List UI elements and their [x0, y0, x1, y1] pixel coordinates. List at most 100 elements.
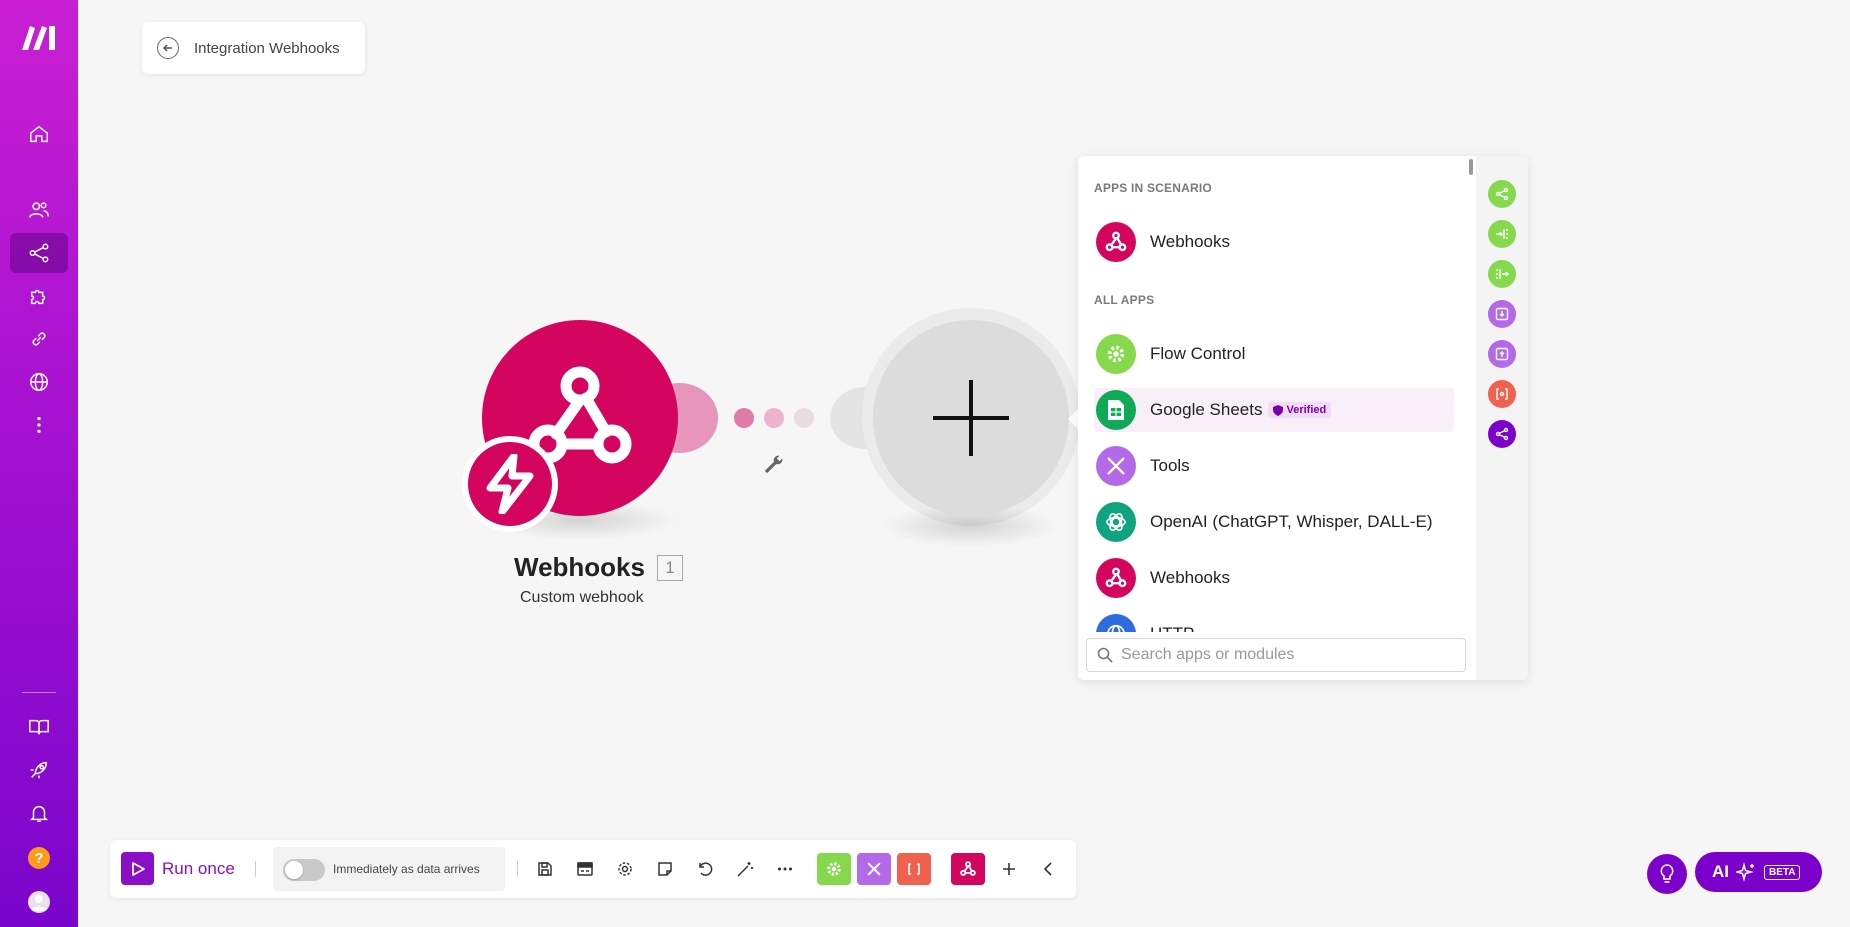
instant-trigger-badge	[462, 436, 558, 532]
search-box[interactable]	[1086, 638, 1466, 672]
tools-shortcut[interactable]	[857, 853, 891, 885]
run-once-label[interactable]: Run once	[162, 859, 235, 879]
toolbar-divider	[255, 861, 256, 877]
puzzle-icon	[30, 289, 46, 305]
breadcrumb: Integration Webhooks	[142, 22, 365, 74]
app-item-tools[interactable]: Tools	[1094, 444, 1454, 488]
bottom-toolbar: Run once Immediately as data arrives	[110, 840, 1076, 898]
run-once-button[interactable]	[121, 852, 154, 885]
app-item-flow-control[interactable]: Flow Control	[1094, 332, 1454, 376]
link-icon	[32, 332, 46, 346]
iterator-icon[interactable]	[1488, 220, 1516, 248]
chevron-left-icon[interactable]	[1038, 858, 1060, 880]
json-icon	[908, 863, 920, 875]
plus-icon	[933, 380, 1009, 456]
download-icon[interactable]	[1488, 300, 1516, 328]
search-icon	[1097, 647, 1113, 663]
json-icon[interactable]	[1488, 380, 1516, 408]
scheduling-toggle[interactable]	[283, 859, 325, 881]
module-subtitle: Custom webhook	[520, 589, 644, 606]
gear-icon[interactable]	[614, 858, 636, 880]
notes-icon[interactable]	[654, 858, 676, 880]
sidebar-item-onboarding[interactable]	[10, 750, 68, 790]
auto-align-icon[interactable]	[734, 858, 756, 880]
connection-dot	[794, 408, 814, 428]
webhooks-shortcut[interactable]	[951, 853, 985, 885]
sidebar: ?	[0, 0, 78, 927]
ai-assistant-button[interactable]: AI BETA	[1695, 852, 1822, 892]
home-icon	[30, 125, 48, 143]
schedule-setting[interactable]: Immediately as data arrives	[273, 847, 505, 891]
sheets-icon	[1096, 390, 1136, 430]
upload-icon[interactable]	[1488, 340, 1516, 368]
lightbulb-icon	[1660, 864, 1674, 883]
undo-icon[interactable]	[694, 858, 716, 880]
connection-dot	[734, 408, 754, 428]
globe-icon	[30, 373, 48, 391]
scrollbar[interactable]	[1469, 159, 1473, 175]
section-header-all: ALL APPS	[1094, 293, 1155, 307]
wrench-icon[interactable]	[763, 453, 785, 475]
tools-icon	[867, 862, 881, 876]
sidebar-divider	[22, 692, 56, 693]
add-module-button[interactable]	[873, 320, 1069, 516]
sidebar-item-team[interactable]	[10, 190, 68, 230]
book-icon	[29, 719, 49, 735]
lightning-icon	[486, 454, 534, 514]
toolbar-divider	[517, 861, 518, 877]
sidebar-item-webhooks[interactable]	[10, 362, 68, 402]
app-item-http[interactable]: HTTP	[1094, 612, 1454, 632]
globe-icon	[1096, 614, 1136, 632]
app-name: HTTP	[1150, 624, 1194, 632]
app-name: Google Sheets	[1150, 400, 1263, 419]
module-id-badge: 1	[656, 554, 683, 581]
search-input[interactable]	[1121, 646, 1451, 664]
panel-quick-actions	[1476, 156, 1528, 680]
app-name: Flow Control	[1150, 344, 1246, 363]
app-picker-panel: APPS IN SCENARIO Webhooks ALL APPS Flow …	[1078, 156, 1528, 680]
play-icon	[131, 861, 145, 876]
tips-button[interactable]	[1647, 854, 1687, 894]
tools-icon	[1096, 446, 1136, 486]
module-title[interactable]: Webhooks	[514, 552, 645, 583]
module-title-row: Webhooks 1	[514, 552, 683, 583]
sidebar-item-connections[interactable]	[10, 319, 68, 359]
schedule-label: Immediately as data arrives	[333, 862, 480, 876]
router-icon[interactable]	[1488, 180, 1516, 208]
sparkles-icon	[1736, 862, 1754, 882]
flow-control-shortcut[interactable]	[817, 853, 851, 885]
app-item-google-sheets[interactable]: Google Sheets Verified	[1094, 388, 1454, 432]
sidebar-item-apps[interactable]	[10, 276, 68, 316]
shield-icon	[1273, 404, 1284, 416]
webhooks-icon	[960, 861, 976, 876]
sidebar-item-more[interactable]	[10, 405, 68, 445]
sidebar-item-notifications[interactable]	[10, 793, 68, 833]
ai-label: AI	[1712, 862, 1729, 881]
aggregator-icon[interactable]	[1488, 260, 1516, 288]
app-item-webhooks-scenario[interactable]: Webhooks	[1094, 220, 1454, 264]
openai-icon	[1096, 502, 1136, 542]
sidebar-item-docs[interactable]	[10, 707, 68, 747]
users-icon	[29, 202, 49, 218]
app-item-webhooks[interactable]: Webhooks	[1094, 556, 1454, 600]
help-icon[interactable]: ?	[28, 847, 50, 869]
app-name: OpenAI (ChatGPT, Whisper, DALL-E)	[1150, 512, 1433, 531]
avatar[interactable]	[28, 891, 50, 913]
app-name: Webhooks	[1150, 568, 1231, 587]
json-shortcut[interactable]	[897, 853, 931, 885]
rocket-icon	[30, 761, 48, 779]
make-logo-icon[interactable]	[20, 22, 58, 52]
more-horizontal-icon[interactable]	[774, 858, 796, 880]
save-icon[interactable]	[534, 858, 556, 880]
share-icon[interactable]	[1488, 420, 1516, 448]
controls-icon[interactable]	[574, 858, 596, 880]
sidebar-item-home[interactable]	[10, 114, 68, 154]
app-item-openai[interactable]: OpenAI (ChatGPT, Whisper, DALL-E)	[1094, 500, 1454, 544]
plus-icon[interactable]	[998, 858, 1020, 880]
webhooks-icon	[1096, 222, 1136, 262]
bell-icon	[29, 805, 49, 822]
app-list: APPS IN SCENARIO Webhooks ALL APPS Flow …	[1078, 156, 1476, 632]
scenario-title[interactable]: Integration Webhooks	[194, 40, 340, 57]
sidebar-item-scenarios[interactable]	[10, 233, 68, 273]
back-arrow-icon[interactable]	[157, 37, 179, 59]
